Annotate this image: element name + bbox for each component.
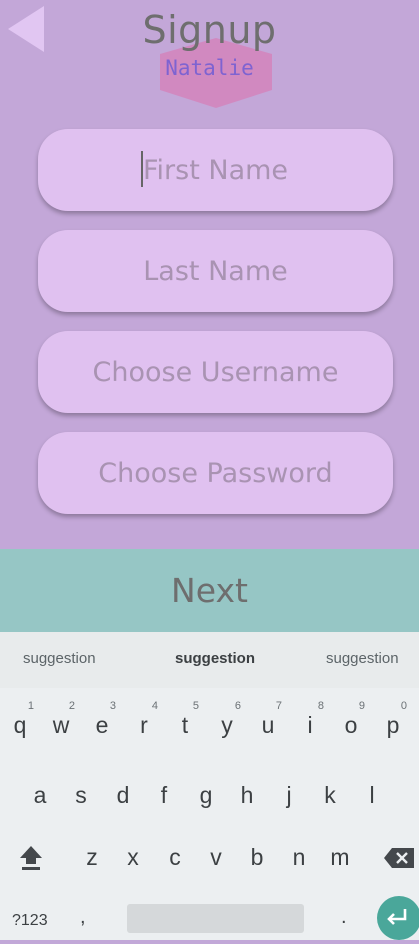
key-e[interactable]: 3e [82,700,122,752]
key-p[interactable]: 0p [373,700,413,752]
key-label: w [52,712,70,738]
key-j[interactable]: j [269,772,309,822]
key-s[interactable]: s [61,772,101,822]
last-name-field[interactable] [38,230,393,312]
key-label: l [369,782,375,808]
suggestion-center[interactable]: suggestion [175,650,255,667]
key-hint: 5 [192,700,199,712]
symbols-key[interactable]: ?123 [12,912,48,930]
suggestion-left[interactable]: suggestion [23,650,96,667]
signup-screen: Signup Natalie [0,0,419,549]
key-m[interactable]: m [320,834,360,884]
key-label: x [127,844,139,870]
key-label: m [330,844,350,870]
key-label: j [286,782,292,808]
comma-key[interactable]: , [80,906,86,929]
key-i[interactable]: 8i [290,700,330,752]
key-label: i [307,712,313,738]
key-label: u [261,712,275,738]
enter-arrow-icon [387,909,407,925]
key-hint: 2 [68,700,75,712]
key-b[interactable]: b [237,834,277,884]
key-x[interactable]: x [113,834,153,884]
key-hint: 9 [358,700,365,712]
key-a[interactable]: a [20,772,60,822]
password-field[interactable] [38,432,393,514]
key-hint: 1 [27,700,34,712]
key-u[interactable]: 7u [248,700,288,752]
user-name-label: Natalie [165,56,254,80]
soft-keyboard: 1q 2w 3e 4r 5t 6y 7u 8i 9o 0p a s d f g … [0,688,419,940]
key-label: b [250,844,264,870]
key-hint: 0 [400,700,407,712]
key-label: r [140,712,148,738]
key-z[interactable]: z [72,834,112,884]
enter-key[interactable] [377,896,419,940]
key-l[interactable]: l [352,772,392,822]
key-t[interactable]: 5t [165,700,205,752]
text-cursor [141,151,143,187]
key-label: d [116,782,130,808]
password-input[interactable] [38,432,393,514]
space-bar[interactable] [127,904,304,933]
key-hint: 6 [234,700,241,712]
key-label: a [33,782,47,808]
backspace-key[interactable] [384,848,414,868]
key-label: y [221,712,233,738]
username-field[interactable] [38,331,393,413]
username-input[interactable] [38,331,393,413]
key-hint: 4 [151,700,158,712]
key-label: e [95,712,109,738]
key-r[interactable]: 4r [124,700,164,752]
key-n[interactable]: n [279,834,319,884]
key-y[interactable]: 6y [207,700,247,752]
period-key[interactable]: . [341,906,347,929]
suggestion-strip: suggestion suggestion suggestion [0,632,419,688]
key-d[interactable]: d [103,772,143,822]
key-hint: 3 [109,700,116,712]
key-label: z [86,844,98,870]
backspace-icon [384,848,414,868]
key-label: f [160,782,168,808]
key-label: o [344,712,358,738]
next-button[interactable]: Next [0,549,419,632]
key-v[interactable]: v [196,834,236,884]
key-hint: 7 [275,700,282,712]
key-hint: 8 [317,700,324,712]
key-c[interactable]: c [155,834,195,884]
suggestion-right[interactable]: suggestion [326,650,399,667]
key-label: s [75,782,87,808]
key-label: t [181,712,189,738]
key-w[interactable]: 2w [41,700,81,752]
key-label: p [386,712,400,738]
key-h[interactable]: h [227,772,267,822]
key-o[interactable]: 9o [331,700,371,752]
key-label: n [292,844,306,870]
shift-key[interactable] [18,844,44,872]
key-label: h [240,782,254,808]
last-name-input[interactable] [38,230,393,312]
key-label: g [199,782,213,808]
first-name-field[interactable] [38,129,393,211]
key-label: q [13,712,27,738]
key-k[interactable]: k [310,772,350,822]
page-title: Signup [142,8,277,52]
shift-arrow-icon [20,846,42,870]
key-label: k [324,782,336,808]
key-label: v [210,844,222,870]
key-g[interactable]: g [186,772,226,822]
first-name-input[interactable] [38,129,393,211]
key-f[interactable]: f [144,772,184,822]
key-q[interactable]: 1q [0,700,40,752]
key-label: c [169,844,181,870]
